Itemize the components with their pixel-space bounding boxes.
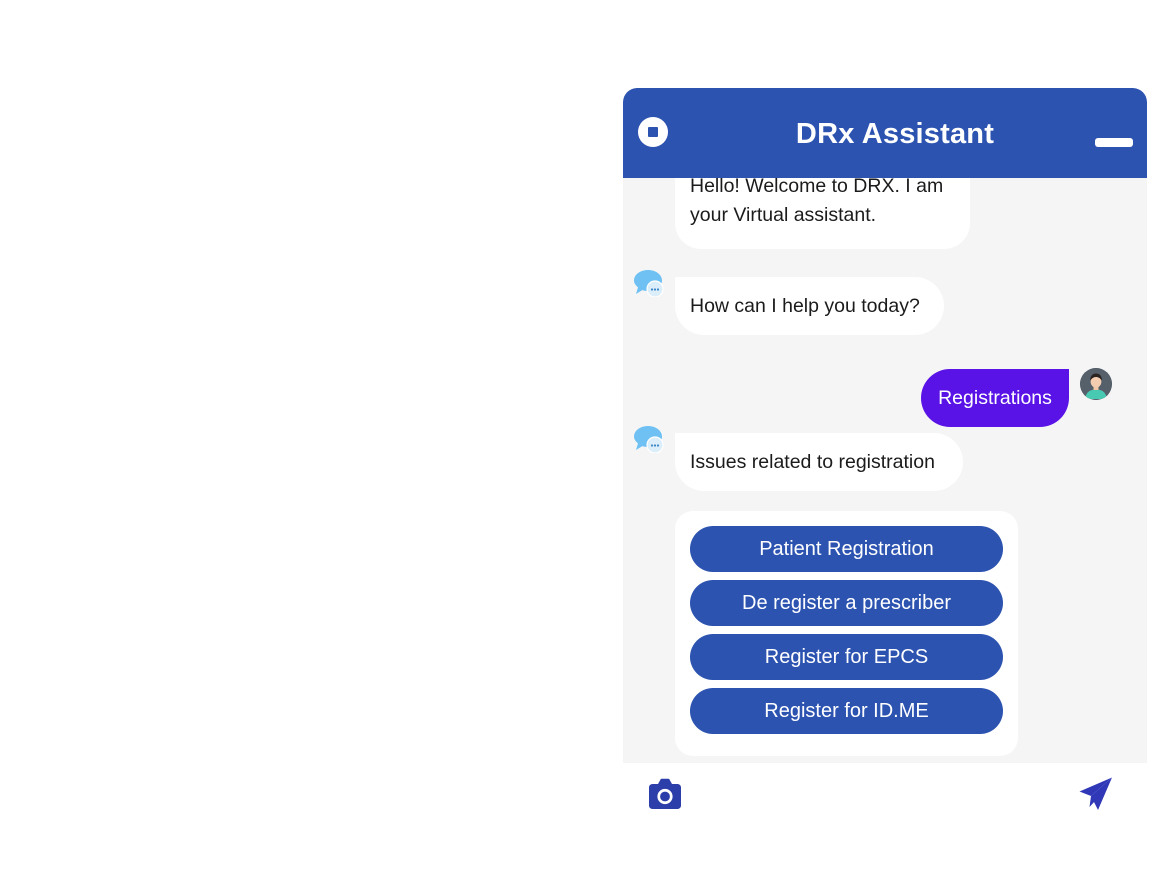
chat-footer xyxy=(623,763,1147,824)
user-avatar-icon xyxy=(1080,368,1112,400)
chat-title: DRx Assistant xyxy=(795,118,995,150)
chat-widget: Hello! Welcome to DRX. I am your Virtual… xyxy=(623,88,1147,824)
option-patient-registration[interactable]: Patient Registration xyxy=(690,526,1003,572)
option-register-epcs[interactable]: Register for EPCS xyxy=(690,634,1003,680)
user-avatar xyxy=(1080,368,1112,400)
bot-chat-icon xyxy=(634,426,664,453)
bot-message: Issues related to registration xyxy=(675,433,963,491)
bot-message: How can I help you today? xyxy=(675,277,944,335)
bot-chat-icon xyxy=(634,270,664,297)
bot-message-line: your Virtual assistant. xyxy=(690,204,877,226)
minimize-icon[interactable] xyxy=(1095,138,1133,147)
option-deregister-prescriber[interactable]: De register a prescriber xyxy=(690,580,1003,626)
option-register-idme[interactable]: Register for ID.ME xyxy=(690,688,1003,734)
send-icon[interactable] xyxy=(1078,776,1114,812)
chat-header: DRx Assistant xyxy=(623,88,1147,178)
camera-icon[interactable] xyxy=(648,778,682,810)
quick-reply-card: Patient Registration De register a presc… xyxy=(675,511,1018,756)
user-message: Registrations xyxy=(921,369,1069,427)
